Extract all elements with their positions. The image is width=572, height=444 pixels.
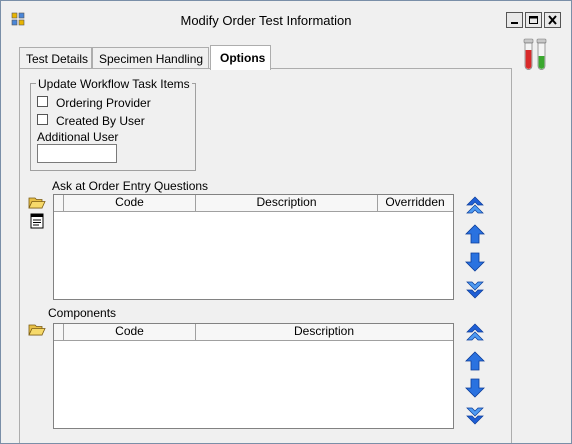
ordering-provider-checkbox[interactable] bbox=[37, 96, 48, 107]
ordering-provider-label: Ordering Provider bbox=[56, 96, 151, 110]
move-down-icon[interactable] bbox=[464, 251, 486, 273]
additional-user-label: Additional User bbox=[37, 130, 119, 144]
row-header-cell bbox=[54, 324, 64, 340]
move-to-bottom-icon[interactable] bbox=[464, 278, 486, 300]
open-folder-icon[interactable] bbox=[27, 320, 47, 340]
tab-options[interactable]: Options bbox=[210, 45, 271, 70]
close-button[interactable] bbox=[544, 12, 561, 28]
additional-user-input[interactable] bbox=[37, 144, 117, 163]
created-by-user-label: Created By User bbox=[56, 114, 145, 128]
maximize-icon bbox=[529, 16, 538, 24]
components-grid[interactable]: Code Description bbox=[53, 323, 454, 429]
minimize-icon bbox=[511, 22, 518, 24]
column-header-code[interactable]: Code bbox=[64, 324, 196, 340]
move-down-icon[interactable] bbox=[464, 377, 486, 399]
questions-label: Ask at Order Entry Questions bbox=[52, 179, 209, 193]
open-folder-icon[interactable] bbox=[27, 193, 47, 213]
close-icon bbox=[548, 15, 557, 25]
test-tubes-icon bbox=[523, 38, 547, 70]
column-header-overridden[interactable]: Overridden bbox=[378, 195, 452, 211]
row-header-cell bbox=[54, 195, 64, 211]
notes-icon[interactable] bbox=[27, 211, 47, 231]
components-label: Components bbox=[48, 306, 117, 320]
tab-test-details[interactable]: Test Details bbox=[19, 47, 92, 68]
column-header-code[interactable]: Code bbox=[64, 195, 196, 211]
workflow-legend: Update Workflow Task Items bbox=[36, 77, 192, 91]
move-to-top-icon[interactable] bbox=[464, 322, 486, 344]
questions-grid[interactable]: Code Description Overridden bbox=[53, 194, 454, 300]
created-by-user-checkbox[interactable] bbox=[37, 114, 48, 125]
move-to-top-icon[interactable] bbox=[464, 195, 486, 217]
column-header-description[interactable]: Description bbox=[196, 195, 378, 211]
column-header-description[interactable]: Description bbox=[196, 324, 452, 340]
minimize-button[interactable] bbox=[506, 12, 523, 28]
move-up-icon[interactable] bbox=[464, 350, 486, 372]
title-bar: Modify Order Test Information bbox=[1, 1, 571, 39]
move-up-icon[interactable] bbox=[464, 223, 486, 245]
tab-specimen-handling[interactable]: Specimen Handling bbox=[92, 47, 209, 68]
move-to-bottom-icon[interactable] bbox=[464, 404, 486, 426]
maximize-button[interactable] bbox=[525, 12, 542, 28]
questions-grid-header: Code Description Overridden bbox=[54, 195, 453, 212]
window-title: Modify Order Test Information bbox=[180, 13, 352, 28]
components-grid-header: Code Description bbox=[54, 324, 453, 341]
modify-order-test-window: Modify Order Test Information Test Detai… bbox=[0, 0, 572, 444]
